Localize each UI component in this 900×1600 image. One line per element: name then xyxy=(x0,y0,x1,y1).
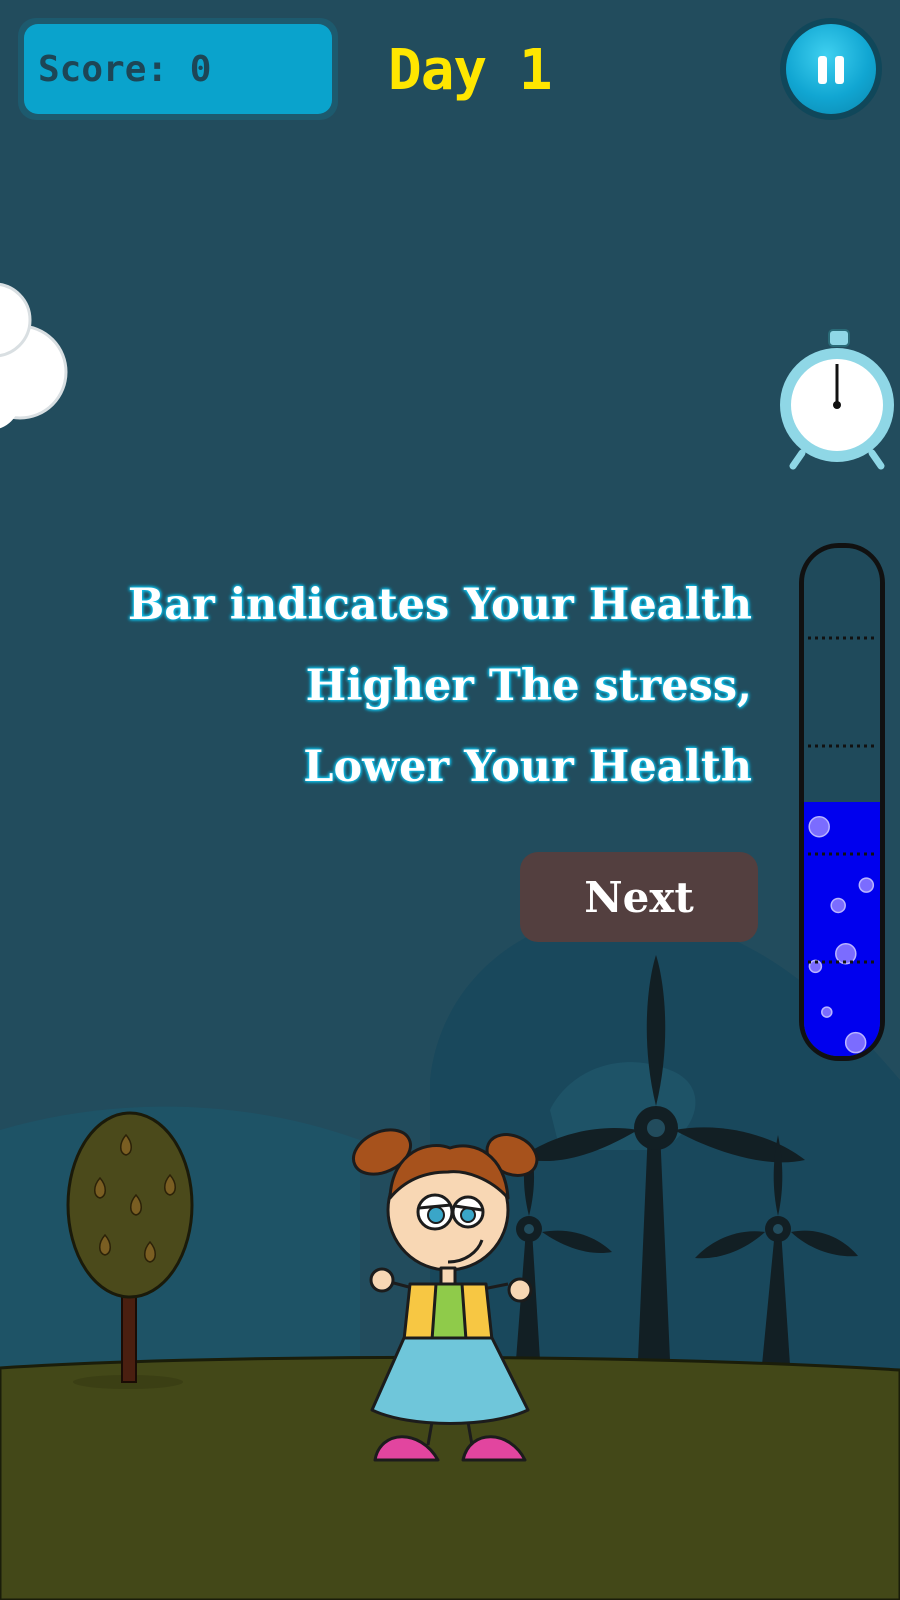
bubble xyxy=(830,897,846,914)
pause-icon xyxy=(786,24,876,114)
tutorial-line: Bar indicates Your Health xyxy=(127,580,752,630)
bubble xyxy=(821,1006,833,1018)
tutorial-line: Higher The stress, xyxy=(305,661,752,711)
tutorial-message: Bar indicates Your Health Higher The str… xyxy=(128,565,752,808)
bubble xyxy=(858,877,875,893)
next-button[interactable]: Next xyxy=(520,852,758,942)
health-bar-fill xyxy=(804,802,880,1056)
day-title: Day 1 xyxy=(388,38,553,103)
bubble xyxy=(808,815,830,838)
score-label: Score: 0 xyxy=(38,48,212,90)
score-display: Score: 0 xyxy=(24,24,332,114)
pause-button[interactable] xyxy=(780,18,882,120)
girl-character xyxy=(352,1128,539,1462)
bubble xyxy=(844,1031,867,1054)
score-panel: Score: 0 xyxy=(18,18,338,120)
tutorial-line: Lower Your Health xyxy=(303,742,752,792)
health-bar xyxy=(799,543,885,1061)
